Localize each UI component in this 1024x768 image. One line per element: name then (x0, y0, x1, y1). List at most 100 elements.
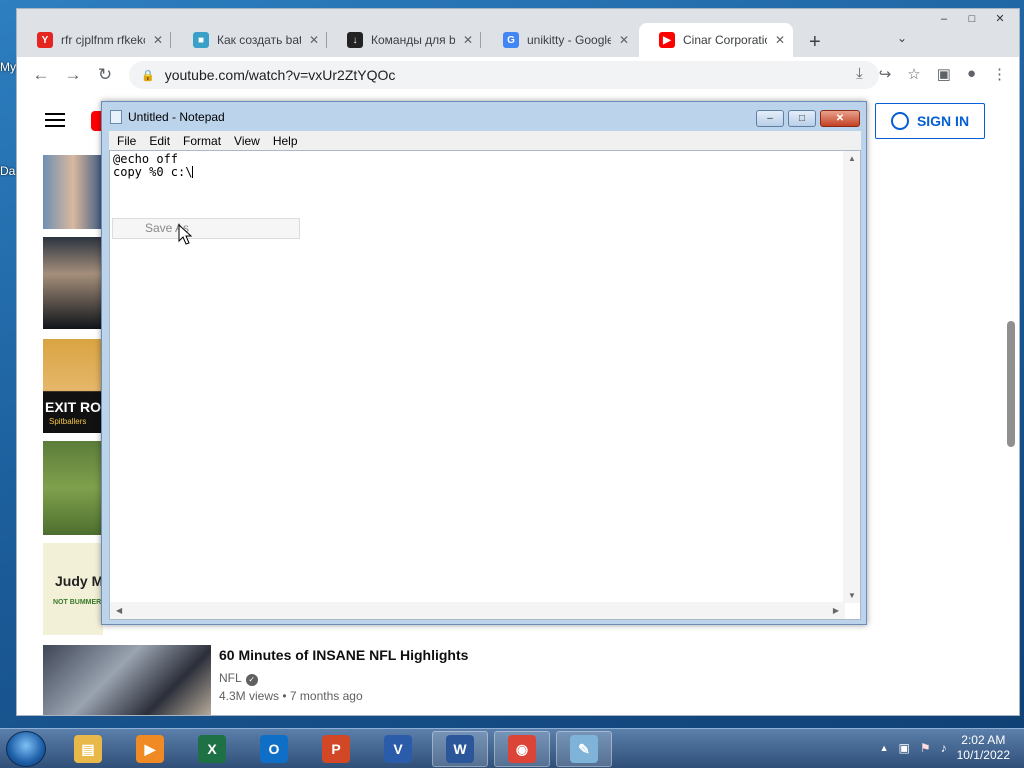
notepad-title-bar: Untitled - Notepad (110, 110, 225, 124)
tab-close-icon[interactable]: ✕ (463, 33, 473, 47)
view-count: 4.3M views (219, 689, 280, 703)
browser-tab-active[interactable]: ▶ Cinar Corporatio ✕ (639, 23, 793, 57)
desktop-icon-label[interactable]: Da (0, 164, 15, 178)
taskbar-app-excel[interactable]: X (184, 731, 240, 767)
taskbar-app-word[interactable]: W (432, 731, 488, 767)
taskbar-app-notepad[interactable]: ✎ (556, 731, 612, 767)
sign-in-label: SIGN IN (916, 113, 970, 129)
close-button[interactable]: ✕ (820, 110, 860, 127)
share-icon[interactable]: ↪ (879, 65, 892, 83)
browser-tab[interactable]: ↓ Команды для be ✕ (327, 23, 481, 57)
browser-tab[interactable]: G unikitty - Google ✕ (483, 23, 637, 57)
lock-icon[interactable]: 🔒 (141, 69, 155, 82)
maximize-button[interactable]: □ (788, 110, 816, 127)
url-text[interactable]: youtube.com/watch?v=vxUr2ZtYQOc (165, 67, 396, 83)
yandex-icon: Y (37, 32, 53, 48)
menu-view[interactable]: View (234, 134, 260, 148)
visio-icon: V (384, 735, 412, 763)
notepad-menubar: File Edit Format View Help (109, 131, 861, 150)
taskbar-app-powerpoint[interactable]: P (308, 731, 364, 767)
new-tab-button[interactable]: + (809, 31, 821, 54)
tab-close-icon[interactable]: ✕ (619, 33, 629, 47)
channel-label: NFL (219, 671, 242, 685)
account-circle-icon (890, 112, 909, 130)
tab-close-icon[interactable]: ✕ (309, 33, 319, 47)
minimize-button[interactable]: – (756, 110, 784, 127)
browser-tab[interactable]: Y rfr cjplfnm rfkekc ✕ (17, 23, 171, 57)
action-center-flag-icon[interactable]: ⚑ (920, 741, 931, 755)
text-line: @echo off (113, 152, 179, 166)
video-thumbnail[interactable]: EXIT RO Spitballers (43, 339, 103, 433)
volume-icon[interactable]: ♪ (941, 741, 947, 755)
tab-close-icon[interactable]: ✕ (153, 33, 163, 47)
menu-edit[interactable]: Edit (149, 134, 170, 148)
taskbar-app-outlook[interactable]: O (246, 731, 302, 767)
taskbar-app-chrome[interactable]: ◉ (494, 731, 550, 767)
media-player-icon: ▶ (136, 735, 164, 763)
bookmark-star-icon[interactable]: ☆ (907, 65, 920, 83)
text-content[interactable]: @echo off copy %0 c:\ (113, 152, 194, 179)
menu-format[interactable]: Format (183, 134, 221, 148)
menu-help[interactable]: Help (273, 134, 298, 148)
tab-search-button[interactable]: ⌄ (897, 31, 907, 45)
menu-kebab-icon[interactable]: ⋮ (992, 65, 1007, 83)
scroll-right-icon[interactable]: ▶ (833, 606, 839, 615)
browser-tab[interactable]: ■ Как создать bat ✕ (173, 23, 327, 57)
menu-file[interactable]: File (117, 134, 136, 148)
scroll-down-icon[interactable]: ▼ (848, 591, 856, 600)
verified-check-icon: ✓ (245, 674, 258, 686)
folder-icon: ▤ (74, 735, 102, 763)
hamburger-menu-icon[interactable] (45, 113, 65, 127)
clock-time: 2:02 AM (961, 733, 1006, 747)
video-thumbnail[interactable] (43, 441, 103, 535)
show-hidden-icons-icon[interactable]: ▲ (880, 743, 889, 753)
tab-label: Cinar Corporatio (683, 33, 767, 47)
reload-button[interactable]: ↻ (89, 65, 121, 85)
save-as-tooltip[interactable]: Save As (112, 218, 300, 239)
network-icon[interactable]: ▣ (899, 741, 910, 755)
tab-close-icon[interactable]: ✕ (775, 33, 785, 47)
vertical-scrollbar[interactable]: ▲ ▼ (843, 151, 860, 603)
tab-label: Команды для be (371, 33, 455, 47)
tab-label: rfr cjplfnm rfkekc (61, 33, 145, 47)
video-thumbnail[interactable] (43, 155, 103, 229)
outlook-icon: O (260, 735, 288, 763)
notepad-icon (110, 110, 122, 124)
video-title[interactable]: 60 Minutes of INSANE NFL Highlights (219, 647, 619, 663)
video-thumbnail[interactable] (43, 645, 211, 715)
video-meta: 4.3M views • 7 months ago (219, 689, 363, 703)
scroll-up-icon[interactable]: ▲ (848, 154, 856, 163)
channel-name[interactable]: NFL ✓ (219, 671, 258, 686)
address-bar[interactable]: 🔒 youtube.com/watch?v=vxUr2ZtYQOc (129, 61, 879, 89)
browser-toolbar: ← → ↻ 🔒 youtube.com/watch?v=vxUr2ZtYQOc … (17, 57, 1019, 93)
taskbar-app-visio[interactable]: V (370, 731, 426, 767)
back-button[interactable]: ← (25, 65, 57, 85)
word-icon: W (446, 735, 474, 763)
excel-icon: X (198, 735, 226, 763)
taskbar-app-explorer[interactable]: ▤ (60, 731, 116, 767)
profile-icon[interactable]: ● (967, 65, 976, 83)
tab-label: unikitty - Google (527, 33, 611, 47)
thumbnail-text: Spitballers (49, 417, 87, 426)
start-button[interactable] (6, 731, 46, 767)
scroll-left-icon[interactable]: ◀ (116, 606, 122, 615)
google-icon: G (503, 32, 519, 48)
youtube-icon: ▶ (659, 32, 675, 48)
taskbar: ▤ ▶ X O P V W ◉ ✎ ▲ ▣ ⚑ ♪ 2:02 AM 10/1/2… (0, 728, 1024, 768)
notepad-text-area[interactable]: @echo off copy %0 c:\ Save As ▲ ▼ ◀ ▶ (109, 150, 861, 620)
clock[interactable]: 2:02 AM 10/1/2022 (957, 733, 1010, 763)
notepad-window: Untitled - Notepad – □ ✕ File Edit Forma… (101, 101, 867, 625)
thumbnail-text: EXIT RO (45, 399, 102, 415)
desktop-icon-label[interactable]: My (0, 60, 16, 74)
page-scrollbar-thumb[interactable] (1007, 321, 1015, 447)
video-thumbnail[interactable]: Judy M NOT BUMMER (43, 543, 103, 635)
forward-button[interactable]: → (57, 65, 89, 85)
notepad-icon: ✎ (570, 735, 598, 763)
side-panel-icon[interactable]: ▣ (937, 65, 951, 83)
chrome-icon: ◉ (508, 735, 536, 763)
horizontal-scrollbar[interactable]: ◀ ▶ (110, 602, 845, 619)
taskbar-app-media-player[interactable]: ▶ (122, 731, 178, 767)
sign-in-button[interactable]: SIGN IN (875, 103, 985, 139)
install-icon[interactable]: ⤓ (856, 65, 863, 83)
video-thumbnail[interactable] (43, 237, 103, 329)
